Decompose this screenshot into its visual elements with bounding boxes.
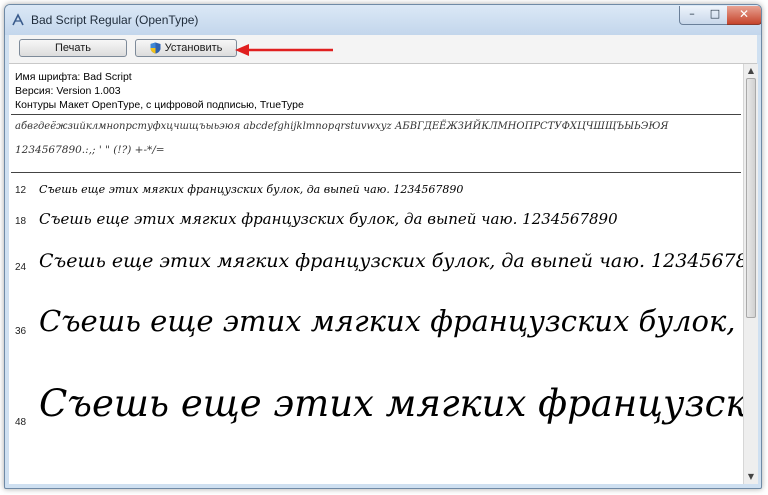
scroll-down-icon[interactable]: ▼ xyxy=(744,470,758,484)
font-version-line: Версия: Version 1.003 xyxy=(15,85,121,97)
uac-shield-icon xyxy=(150,42,161,54)
sample-text: Съешь еще этих мягких французских булок,… xyxy=(39,183,464,196)
print-button-label: Печать xyxy=(54,42,92,54)
maximize-icon: □ xyxy=(709,7,721,20)
minimize-icon: – xyxy=(689,7,695,20)
font-outline-line: Контуры Макет OpenType, с цифровой подпи… xyxy=(15,99,304,111)
charset-letters: абвгдеёжзийклмнопрстуфхцчшщъыьэюя abcdef… xyxy=(15,121,669,132)
font-preview-area: Имя шрифта: Bad Script Версия: Version 1… xyxy=(9,64,743,484)
separator-bottom xyxy=(11,172,741,173)
sample-text: Съешь еще этих мягких французских булок,… xyxy=(39,210,618,228)
sample-size-label: 36 xyxy=(15,326,27,337)
font-viewer-window: Bad Script Regular (OpenType) – □ ✕ Печа… xyxy=(4,4,762,489)
sample-size-label: 12 xyxy=(15,185,27,196)
minimize-button[interactable]: – xyxy=(679,6,705,25)
sample-size-label: 24 xyxy=(15,262,27,273)
title-bar[interactable]: Bad Script Regular (OpenType) – □ ✕ xyxy=(5,5,761,35)
install-button-label: Установить xyxy=(164,42,223,54)
sample-size-label: 48 xyxy=(15,417,27,428)
scroll-thumb[interactable] xyxy=(746,78,756,318)
toolbar: Печать Установить xyxy=(9,35,757,64)
separator-top xyxy=(11,114,741,115)
sample-text: Съешь еще этих мягких французски xyxy=(39,382,743,425)
charset-digits: 1234567890.:,; ' " (!?) +-*/= xyxy=(15,144,165,156)
vertical-scrollbar[interactable]: ▲ ▼ xyxy=(743,64,758,484)
annotation-arrow xyxy=(235,44,333,56)
sample-text: Съешь еще этих мягких французских булок,… xyxy=(39,304,743,338)
window-title: Bad Script Regular (OpenType) xyxy=(31,13,199,27)
close-icon: ✕ xyxy=(738,7,750,21)
print-button[interactable]: Печать xyxy=(19,39,127,57)
maximize-button[interactable]: □ xyxy=(703,6,728,25)
font-name-line: Имя шрифта: Bad Script xyxy=(15,71,132,83)
font-app-icon xyxy=(12,13,24,26)
sample-text: Съешь еще этих мягких французских булок,… xyxy=(39,250,743,272)
install-button[interactable]: Установить xyxy=(135,39,237,57)
sample-size-label: 18 xyxy=(15,216,27,227)
close-button[interactable]: ✕ xyxy=(727,6,761,25)
scroll-up-icon[interactable]: ▲ xyxy=(744,64,758,78)
